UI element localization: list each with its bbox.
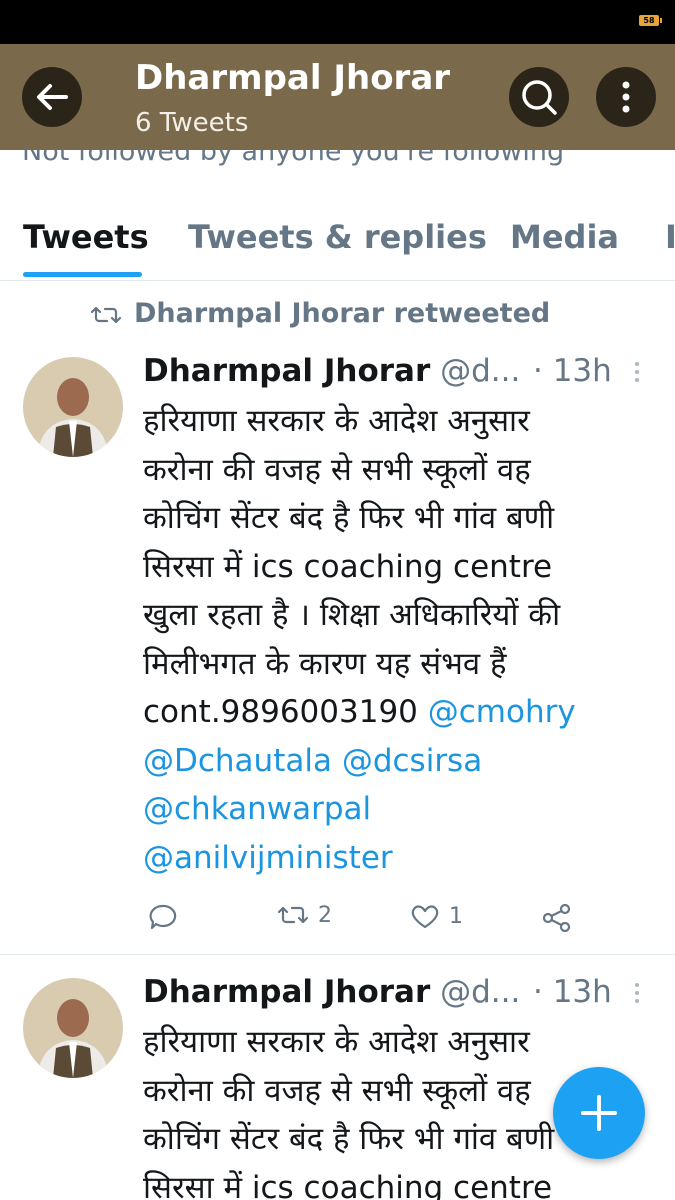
tab-tweets-and-replies[interactable]: Tweets & replies [188,218,487,256]
tab-media[interactable]: Media [510,218,619,256]
tweet-timestamp[interactable]: · 13h [533,974,612,1010]
author-handle: @d... [440,353,521,389]
compose-tweet-button[interactable] [553,1067,645,1159]
avatar-image [23,978,123,1078]
tweet-line: cont.9896003190 @cmohry [143,688,653,737]
header-title: Dharmpal Jhorar [135,58,451,98]
tweet-line: मिलीभगत के कारण यह संभव हैं [143,645,507,682]
active-tab-indicator [23,272,142,277]
profile-tabs: Tweets Tweets & replies Media I [0,196,675,281]
more-vertical-icon [622,81,630,113]
tweet-line: @Dchautala @dcsirsa [143,737,653,786]
tab-tweets[interactable]: Tweets [23,218,149,256]
tweet-text: हरियाणा सरकार के आदेश अनुसार करोना की वज… [143,397,653,882]
tweet-line: हरियाणा सरकार के आदेश अनुसार [143,403,530,439]
back-arrow-icon [37,84,68,110]
retweet-count: 2 [318,902,332,928]
mention-link[interactable]: @chkanwarpal [143,791,371,827]
mention-link[interactable]: @dcsirsa [342,743,482,779]
profile-header: Dharmpal Jhorar 6 Tweets [0,44,675,150]
tweet-timestamp[interactable]: · 13h [533,353,612,389]
tab-likes-partial[interactable]: I [665,218,675,254]
tweet-line: हरियाणा सरकार के आदेश अनुसार [143,1024,530,1060]
tweet-actions: 2 1 [0,902,675,938]
tweet-line: कोचिंग सेंटर बंद है फिर भी गांव बणी [143,500,555,536]
search-button[interactable] [509,67,569,127]
tweet-phone-text: cont.9896003190 [143,694,418,730]
retweet-context: Dharmpal Jhorar retweeted [90,298,550,329]
share-button[interactable] [540,902,574,933]
like-button[interactable]: 1 [409,902,463,930]
author-name: Dharmpal Jhorar [143,974,431,1010]
retweet-label: Dharmpal Jhorar retweeted [134,298,551,329]
retweet-button[interactable]: 2 [276,902,332,928]
author-name: Dharmpal Jhorar [143,353,431,389]
tweet-line: @anilvijminister [143,834,653,883]
tweet-author[interactable]: Dharmpal Jhorar @d... [143,353,520,389]
tweet-author[interactable]: Dharmpal Jhorar @d... [143,974,520,1010]
tweet-menu-icon[interactable] [635,362,641,386]
plus-icon [581,1095,617,1131]
mention-link[interactable]: @Dchautala [143,743,332,779]
like-count: 1 [449,903,463,929]
avatar[interactable] [23,357,123,457]
heart-icon [411,905,439,929]
avatar-image [23,357,123,457]
status-bar: 58 [0,0,675,44]
retweet-icon [90,306,122,323]
reply-button[interactable] [146,902,178,932]
reply-icon [149,904,177,930]
more-options-button[interactable] [596,67,656,127]
mention-link[interactable]: @cmohry [428,694,576,730]
back-button[interactable] [22,67,82,127]
tweet-line: सिरसा में ics coaching centre [143,548,553,585]
share-icon [542,903,571,933]
tweet-line: @chkanwarpal [143,785,653,834]
retweet-icon [277,906,309,924]
tweet-count: 6 Tweets [135,108,249,138]
mention-link[interactable]: @anilvijminister [143,840,393,876]
avatar[interactable] [23,978,123,1078]
battery-icon: 58 [639,15,662,26]
tweet-divider [0,954,675,955]
tweet-line: खुला रहता है । शिक्षा अधिकारियों की [143,597,561,633]
tweet-menu-icon[interactable] [635,983,641,1007]
tweet-line: करोना की वजह से सभी स्कूलों वह [143,451,531,488]
search-icon [522,80,557,115]
tweet-line: सिरसा में ics coaching centre [143,1169,553,1200]
author-handle: @d... [440,974,521,1010]
